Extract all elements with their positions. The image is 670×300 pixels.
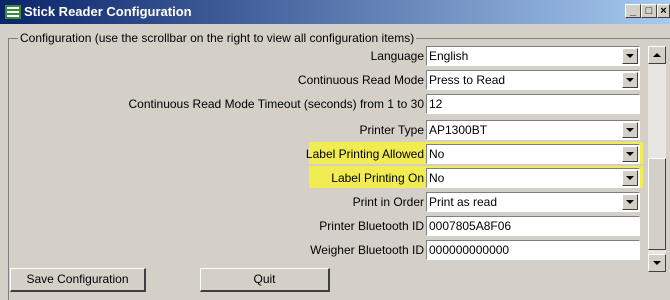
chevron-down-icon xyxy=(626,200,634,204)
value-label-printing-on: No xyxy=(429,171,445,185)
dropdown-button-language[interactable] xyxy=(622,48,638,64)
scroll-down-button[interactable] xyxy=(648,254,666,272)
label-weigher-bluetooth-id: Weigher Bluetooth ID xyxy=(310,243,424,257)
app-icon xyxy=(5,5,21,19)
quit-button[interactable]: Quit xyxy=(200,268,330,292)
label-label-printing-on: Label Printing On xyxy=(331,171,424,185)
select-print-in-order[interactable]: Print as read xyxy=(426,192,640,212)
select-label-printing-on[interactable]: No xyxy=(426,168,640,188)
select-language[interactable]: English xyxy=(426,46,640,66)
label-continuous-read-mode: Continuous Read Mode xyxy=(297,73,424,87)
label-continuous-read-mode-timeout-from-1-to-30: Continuous Read Mode Timeout (seconds) f… xyxy=(128,97,425,111)
chevron-down-icon xyxy=(626,176,634,180)
value-continuous-read-mode-timeout-from-1-to-30: 12 xyxy=(429,97,443,111)
label-printer-type: Printer Type xyxy=(359,123,424,137)
dropdown-button-label-printing-on[interactable] xyxy=(622,170,638,186)
dropdown-button-label-printing-allowed[interactable] xyxy=(622,146,638,162)
value-label-printing-allowed: No xyxy=(429,147,445,161)
chevron-down-icon xyxy=(626,54,634,58)
select-label-printing-allowed[interactable]: No xyxy=(426,144,640,164)
maximize-button[interactable]: □ xyxy=(641,4,657,18)
vertical-scrollbar[interactable] xyxy=(648,46,666,272)
dropdown-button-print-in-order[interactable] xyxy=(622,194,638,210)
chevron-down-icon xyxy=(626,152,634,156)
save-configuration-button[interactable]: Save Configuration xyxy=(10,268,146,292)
input-weigher-bluetooth-id[interactable]: 000000000000 xyxy=(426,240,640,260)
minimize-button[interactable]: _ xyxy=(625,4,641,18)
close-button[interactable]: × xyxy=(657,4,670,18)
input-printer-bluetooth-id[interactable]: 0007805A8F06 xyxy=(426,216,640,236)
value-printer-type: AP1300BT xyxy=(429,123,488,137)
label-print-in-order: Print in Order xyxy=(352,195,424,209)
chevron-down-icon xyxy=(626,78,634,82)
input-continuous-read-mode-timeout-from-1-to-30[interactable]: 12 xyxy=(426,94,640,114)
value-language: English xyxy=(429,49,469,63)
scroll-thumb[interactable] xyxy=(648,158,666,250)
scroll-down-arrow-icon xyxy=(653,261,661,265)
select-continuous-read-mode[interactable]: Press to Read xyxy=(426,70,640,90)
label-printer-bluetooth-id: Printer Bluetooth ID xyxy=(319,219,424,233)
scroll-up-arrow-icon xyxy=(653,53,661,57)
value-printer-bluetooth-id: 0007805A8F06 xyxy=(429,219,512,233)
dropdown-button-continuous-read-mode[interactable] xyxy=(622,72,638,88)
chevron-down-icon xyxy=(626,128,634,132)
scroll-up-button[interactable] xyxy=(648,46,666,64)
configuration-group-label: Configuration (use the scrollbar on the … xyxy=(18,31,417,45)
label-language: Language xyxy=(370,49,424,63)
value-weigher-bluetooth-id: 000000000000 xyxy=(429,243,510,257)
value-continuous-read-mode: Press to Read xyxy=(429,73,506,87)
window-title: Stick Reader Configuration xyxy=(24,4,192,19)
label-label-printing-allowed: Label Printing Allowed xyxy=(305,147,424,161)
value-print-in-order: Print as read xyxy=(429,195,498,209)
dropdown-button-printer-type[interactable] xyxy=(622,122,638,138)
select-printer-type[interactable]: AP1300BT xyxy=(426,120,640,140)
title-bar[interactable]: Stick Reader Configuration _ □ × xyxy=(0,0,670,24)
